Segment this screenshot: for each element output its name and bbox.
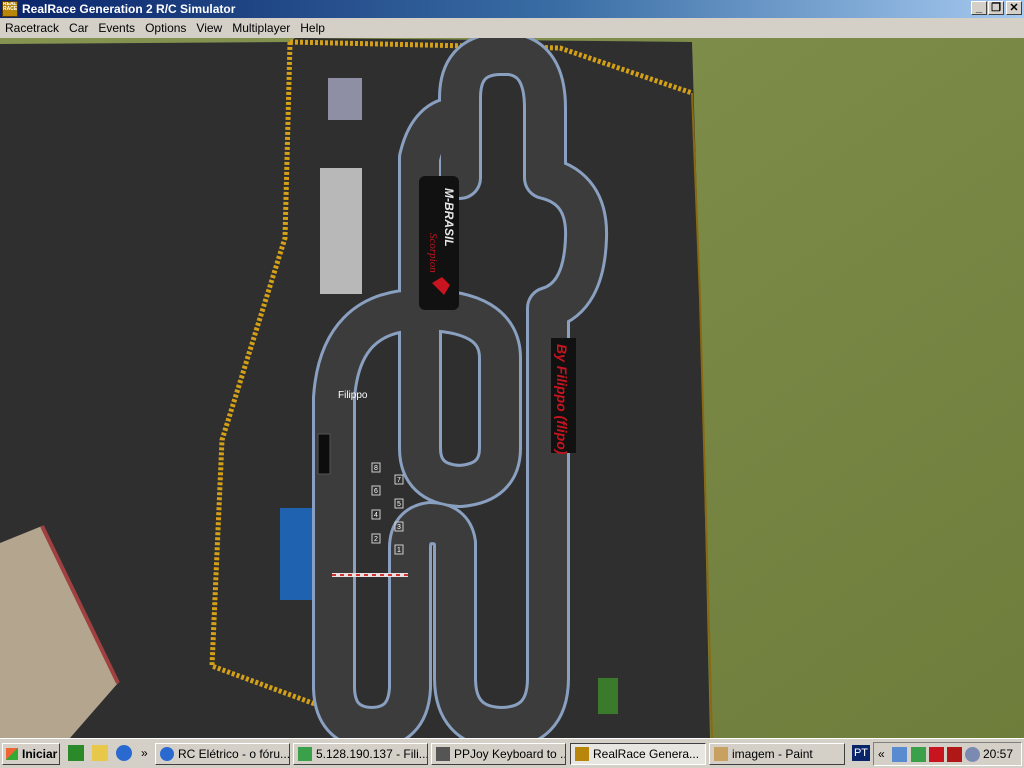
menu-bar: Racetrack Car Events Options View Multiplayer… bbox=[0, 18, 1024, 38]
player-name-label: Filippo bbox=[338, 390, 368, 401]
windows-logo-icon bbox=[6, 748, 18, 760]
winamp-tray-icon[interactable] bbox=[947, 747, 962, 762]
banner-scorpion-text: Scorpion bbox=[427, 233, 439, 273]
banner-filippo-text: By Filippo (flipo) bbox=[554, 344, 570, 455]
grid-number-8: 8 bbox=[374, 465, 378, 472]
menu-multiplayer[interactable]: Multiplayer bbox=[227, 18, 295, 38]
quicklaunch-app-icon[interactable] bbox=[68, 745, 84, 761]
quicklaunch-ie-icon[interactable] bbox=[116, 745, 132, 761]
task-paint[interactable]: imagem - Paint bbox=[709, 743, 845, 765]
grid-number-3: 3 bbox=[397, 524, 401, 531]
volume-tray-icon[interactable] bbox=[965, 747, 980, 762]
start-button[interactable]: Iniciar bbox=[2, 743, 60, 765]
restore-button[interactable]: ❐ bbox=[988, 1, 1004, 15]
menu-help[interactable]: Help bbox=[295, 18, 330, 38]
security-tray-icon[interactable] bbox=[929, 747, 944, 762]
simulator-viewport[interactable]: M-BRASIL Scorpion By Filippo (flipo) Fil… bbox=[0, 38, 1024, 738]
task-label: 5.128.190.137 - Fili... bbox=[316, 747, 428, 761]
tray-expand-button[interactable]: « bbox=[878, 746, 885, 762]
menu-options[interactable]: Options bbox=[140, 18, 191, 38]
rc-car[interactable] bbox=[317, 433, 331, 475]
system-tray: « 20:57 bbox=[873, 742, 1022, 766]
minimize-button[interactable]: _ bbox=[971, 1, 987, 15]
language-indicator[interactable]: PT bbox=[852, 745, 870, 761]
ie-icon bbox=[160, 747, 174, 761]
grid-number-4: 4 bbox=[374, 512, 378, 519]
task-network[interactable]: 5.128.190.137 - Fili... bbox=[293, 743, 428, 765]
task-ppjoy[interactable]: PPJoy Keyboard to ... bbox=[431, 743, 566, 765]
grid-number-5: 5 bbox=[397, 501, 401, 508]
banner-mbrasil-text: M-BRASIL bbox=[442, 188, 456, 247]
track-scene: M-BRASIL Scorpion By Filippo (flipo) Fil… bbox=[0, 38, 1024, 738]
title-bar[interactable]: REAL RACE RealRace Generation 2 R/C Simu… bbox=[0, 0, 1024, 18]
task-label: PPJoy Keyboard to ... bbox=[454, 747, 566, 761]
system-clock[interactable]: 20:57 bbox=[983, 746, 1013, 762]
menu-events[interactable]: Events bbox=[93, 18, 140, 38]
close-button[interactable]: ✕ bbox=[1006, 1, 1022, 15]
task-rc-eletrico[interactable]: RC Elétrico - o fóru... bbox=[155, 743, 290, 765]
menu-racetrack[interactable]: Racetrack bbox=[0, 18, 64, 38]
green-crate bbox=[598, 678, 618, 714]
menu-car[interactable]: Car bbox=[64, 18, 93, 38]
hamachi-tray-icon[interactable] bbox=[911, 747, 926, 762]
task-realrace[interactable]: RealRace Genera... bbox=[570, 743, 706, 765]
menu-view[interactable]: View bbox=[191, 18, 227, 38]
grid-number-7: 7 bbox=[397, 477, 401, 484]
window-title: RealRace Generation 2 R/C Simulator bbox=[22, 2, 236, 16]
start-label: Iniciar bbox=[22, 747, 58, 761]
pit-structure bbox=[328, 78, 362, 120]
realrace-app-icon[interactable]: REAL RACE bbox=[2, 1, 18, 17]
quicklaunch-overflow[interactable]: » bbox=[141, 745, 148, 761]
task-label: RealRace Genera... bbox=[593, 747, 700, 761]
network-icon bbox=[298, 747, 312, 761]
task-label: imagem - Paint bbox=[732, 747, 813, 761]
paint-icon bbox=[714, 747, 728, 761]
grid-number-2: 2 bbox=[374, 536, 378, 543]
network-tray-icon[interactable] bbox=[892, 747, 907, 762]
grandstand bbox=[320, 168, 362, 294]
grid-number-6: 6 bbox=[374, 488, 378, 495]
taskbar: Iniciar » RC Elétrico - o fóru... 5.128.… bbox=[0, 738, 1024, 768]
grid-number-1: 1 bbox=[397, 547, 401, 554]
realrace-icon bbox=[575, 747, 589, 761]
joystick-icon bbox=[436, 747, 450, 761]
quicklaunch-notepad-icon[interactable] bbox=[92, 745, 108, 761]
task-label: RC Elétrico - o fóru... bbox=[178, 747, 290, 761]
